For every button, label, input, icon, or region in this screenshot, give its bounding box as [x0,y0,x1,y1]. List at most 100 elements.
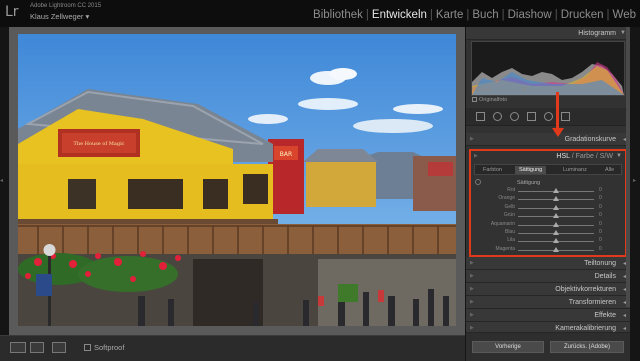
radial-filter-icon[interactable] [544,112,553,121]
tab-farbe[interactable]: Farbe [576,153,594,160]
hsl-slider-row: Aquamarin 0 [471,221,625,229]
section-toggle-icon: ▶ [470,286,474,292]
original-photo-toggle[interactable]: Originalfoto [472,97,507,103]
expand-left-icon: ◂ [0,178,4,184]
camera-calibration-header[interactable]: ▶ Kamerakalibrierung ◂ [466,322,630,333]
tab-hsl[interactable]: HSL [556,153,569,160]
effects-title: Effekte [594,312,616,319]
camera-calibration-title: Kamerakalibrierung [555,325,616,332]
collapse-icon: ◂ [622,313,626,319]
module-separator: | [554,9,558,21]
crop-tool-icon[interactable] [476,112,485,121]
hsl-slider-row: Grün 0 [471,212,625,220]
histogram-info: ISO 400 f/5 [472,87,527,93]
slider-label: Grün [503,212,515,219]
reset-button[interactable]: Zurücks. (Adobe) [550,341,624,353]
slider-value[interactable]: 0 [599,187,602,193]
slider-label: Aquamarin [490,220,515,227]
collapse-icon: ◂ [622,326,626,332]
module-separator: | [365,9,369,21]
slider-value[interactable]: 0 [599,195,602,201]
iso-value: ISO 400 [472,87,491,93]
aperture-value: f/5 [521,87,528,93]
right-panel-toggle[interactable]: ▸ [630,27,640,361]
graduated-filter-icon[interactable] [527,112,536,121]
slider-value[interactable]: 0 [599,229,602,235]
slider-knob[interactable] [553,213,559,219]
cafe-sign: The House of Magic [74,141,125,147]
section-toggle-icon: ▶ [470,136,474,142]
section-toggle-icon: ▶ [470,299,474,305]
slider-knob[interactable] [553,188,559,193]
annotation-arrow-head [552,128,564,137]
hsl-slider-row: Magenta 0 [471,246,625,254]
hsl-slider-row: Orange 0 [471,195,625,203]
adjustment-brush-icon[interactable] [561,112,570,121]
slider-value[interactable]: 0 [599,221,602,227]
slider-value[interactable]: 0 [599,246,602,252]
effects-header[interactable]: ▶ Effekte ◂ [466,309,630,322]
hsl-header[interactable]: ▶ HSL / Farbe / S/W ▼ [471,151,625,162]
lens-corrections-title: Objektivkorrekturen [555,286,616,293]
photo-image: BAR The House of Magic [18,34,456,326]
user-name-menu[interactable]: Klaus Zellweger ▾ [30,12,89,21]
histogram-header[interactable]: Histogramm ▼ [466,27,630,40]
hsl-tabs: HSL / Farbe / S/W [556,153,613,160]
module-karte[interactable]: Karte [436,9,464,21]
slider-knob[interactable] [553,204,559,210]
panel-footer: Vorherige Zurücks. (Adobe) [466,333,630,361]
original-photo-checkbox[interactable] [472,97,477,102]
module-diashow[interactable]: Diashow [508,9,552,21]
slider-knob[interactable] [553,246,559,252]
module-separator: | [501,9,505,21]
left-panel-toggle[interactable]: ◂ [0,27,9,335]
slider-value[interactable]: 0 [599,204,602,210]
spot-removal-icon[interactable] [493,112,502,121]
subtab-luminanz[interactable]: Luminanz [563,167,587,173]
split-toning-header[interactable]: ▶ Teiltonung ◂ [466,257,630,270]
tab-sw[interactable]: S/W [600,153,613,160]
module-buch[interactable]: Buch [472,9,498,21]
softproof-checkbox[interactable] [84,344,91,351]
slider-knob[interactable] [553,230,559,235]
transform-header[interactable]: ▶ Transformieren ◂ [466,296,630,309]
slider-value[interactable]: 0 [599,237,602,243]
target-adjust-icon[interactable] [475,179,481,185]
loupe-view-button[interactable] [10,342,26,353]
softproof-label: Softproof [94,343,125,352]
module-entwickeln[interactable]: Entwickeln [372,9,427,21]
before-after-button[interactable] [30,342,44,353]
details-title: Details [594,273,616,280]
slider-value[interactable]: 0 [599,212,602,218]
hsl-subtabs: Farbton Sättigung Luminanz Alle [474,164,622,175]
previous-button[interactable]: Vorherige [472,341,544,353]
details-header[interactable]: ▶ Details ◂ [466,270,630,283]
slider-knob[interactable] [553,196,559,202]
lens-corrections-header[interactable]: ▶ Objektivkorrekturen ◂ [466,283,630,296]
hsl-panel: ▶ HSL / Farbe / S/W ▼ Farbton Sättigung … [469,149,627,257]
module-separator: | [606,9,610,21]
hsl-slider-row: Gelb 0 [471,204,625,212]
hsl-slider-row: Blau 0 [471,229,625,237]
slider-label: Blau [504,229,515,235]
top-bar: Lr Adobe Lightroom CC 2015 Klaus Zellweg… [0,0,640,27]
subtab-alle[interactable]: Alle [605,167,614,173]
module-web[interactable]: Web [613,9,636,21]
annotation-arrow-shaft [556,92,559,132]
module-bibliothek[interactable]: Bibliothek [313,9,363,21]
red-eye-icon[interactable] [510,112,519,121]
photo-view[interactable]: BAR The House of Magic [9,27,465,335]
before-after-swap-button[interactable] [52,342,66,353]
slider-knob[interactable] [553,238,559,244]
subtab-farbton[interactable]: Farbton [483,167,502,173]
module-separator: | [466,9,470,21]
slider-label: Lila [507,237,515,244]
hsl-slider-row: Lila 0 [471,237,625,245]
tone-curve-header[interactable]: ▶ Gradationskurve ◂ [466,133,630,146]
module-drucken[interactable]: Drucken [561,9,604,21]
toolbar: Softproof [0,335,465,361]
histogram-title: Histogramm [578,30,616,37]
subtab-saettigung[interactable]: Sättigung [515,166,547,174]
original-photo-label: Originalfoto [479,97,508,103]
slider-knob[interactable] [553,221,559,227]
